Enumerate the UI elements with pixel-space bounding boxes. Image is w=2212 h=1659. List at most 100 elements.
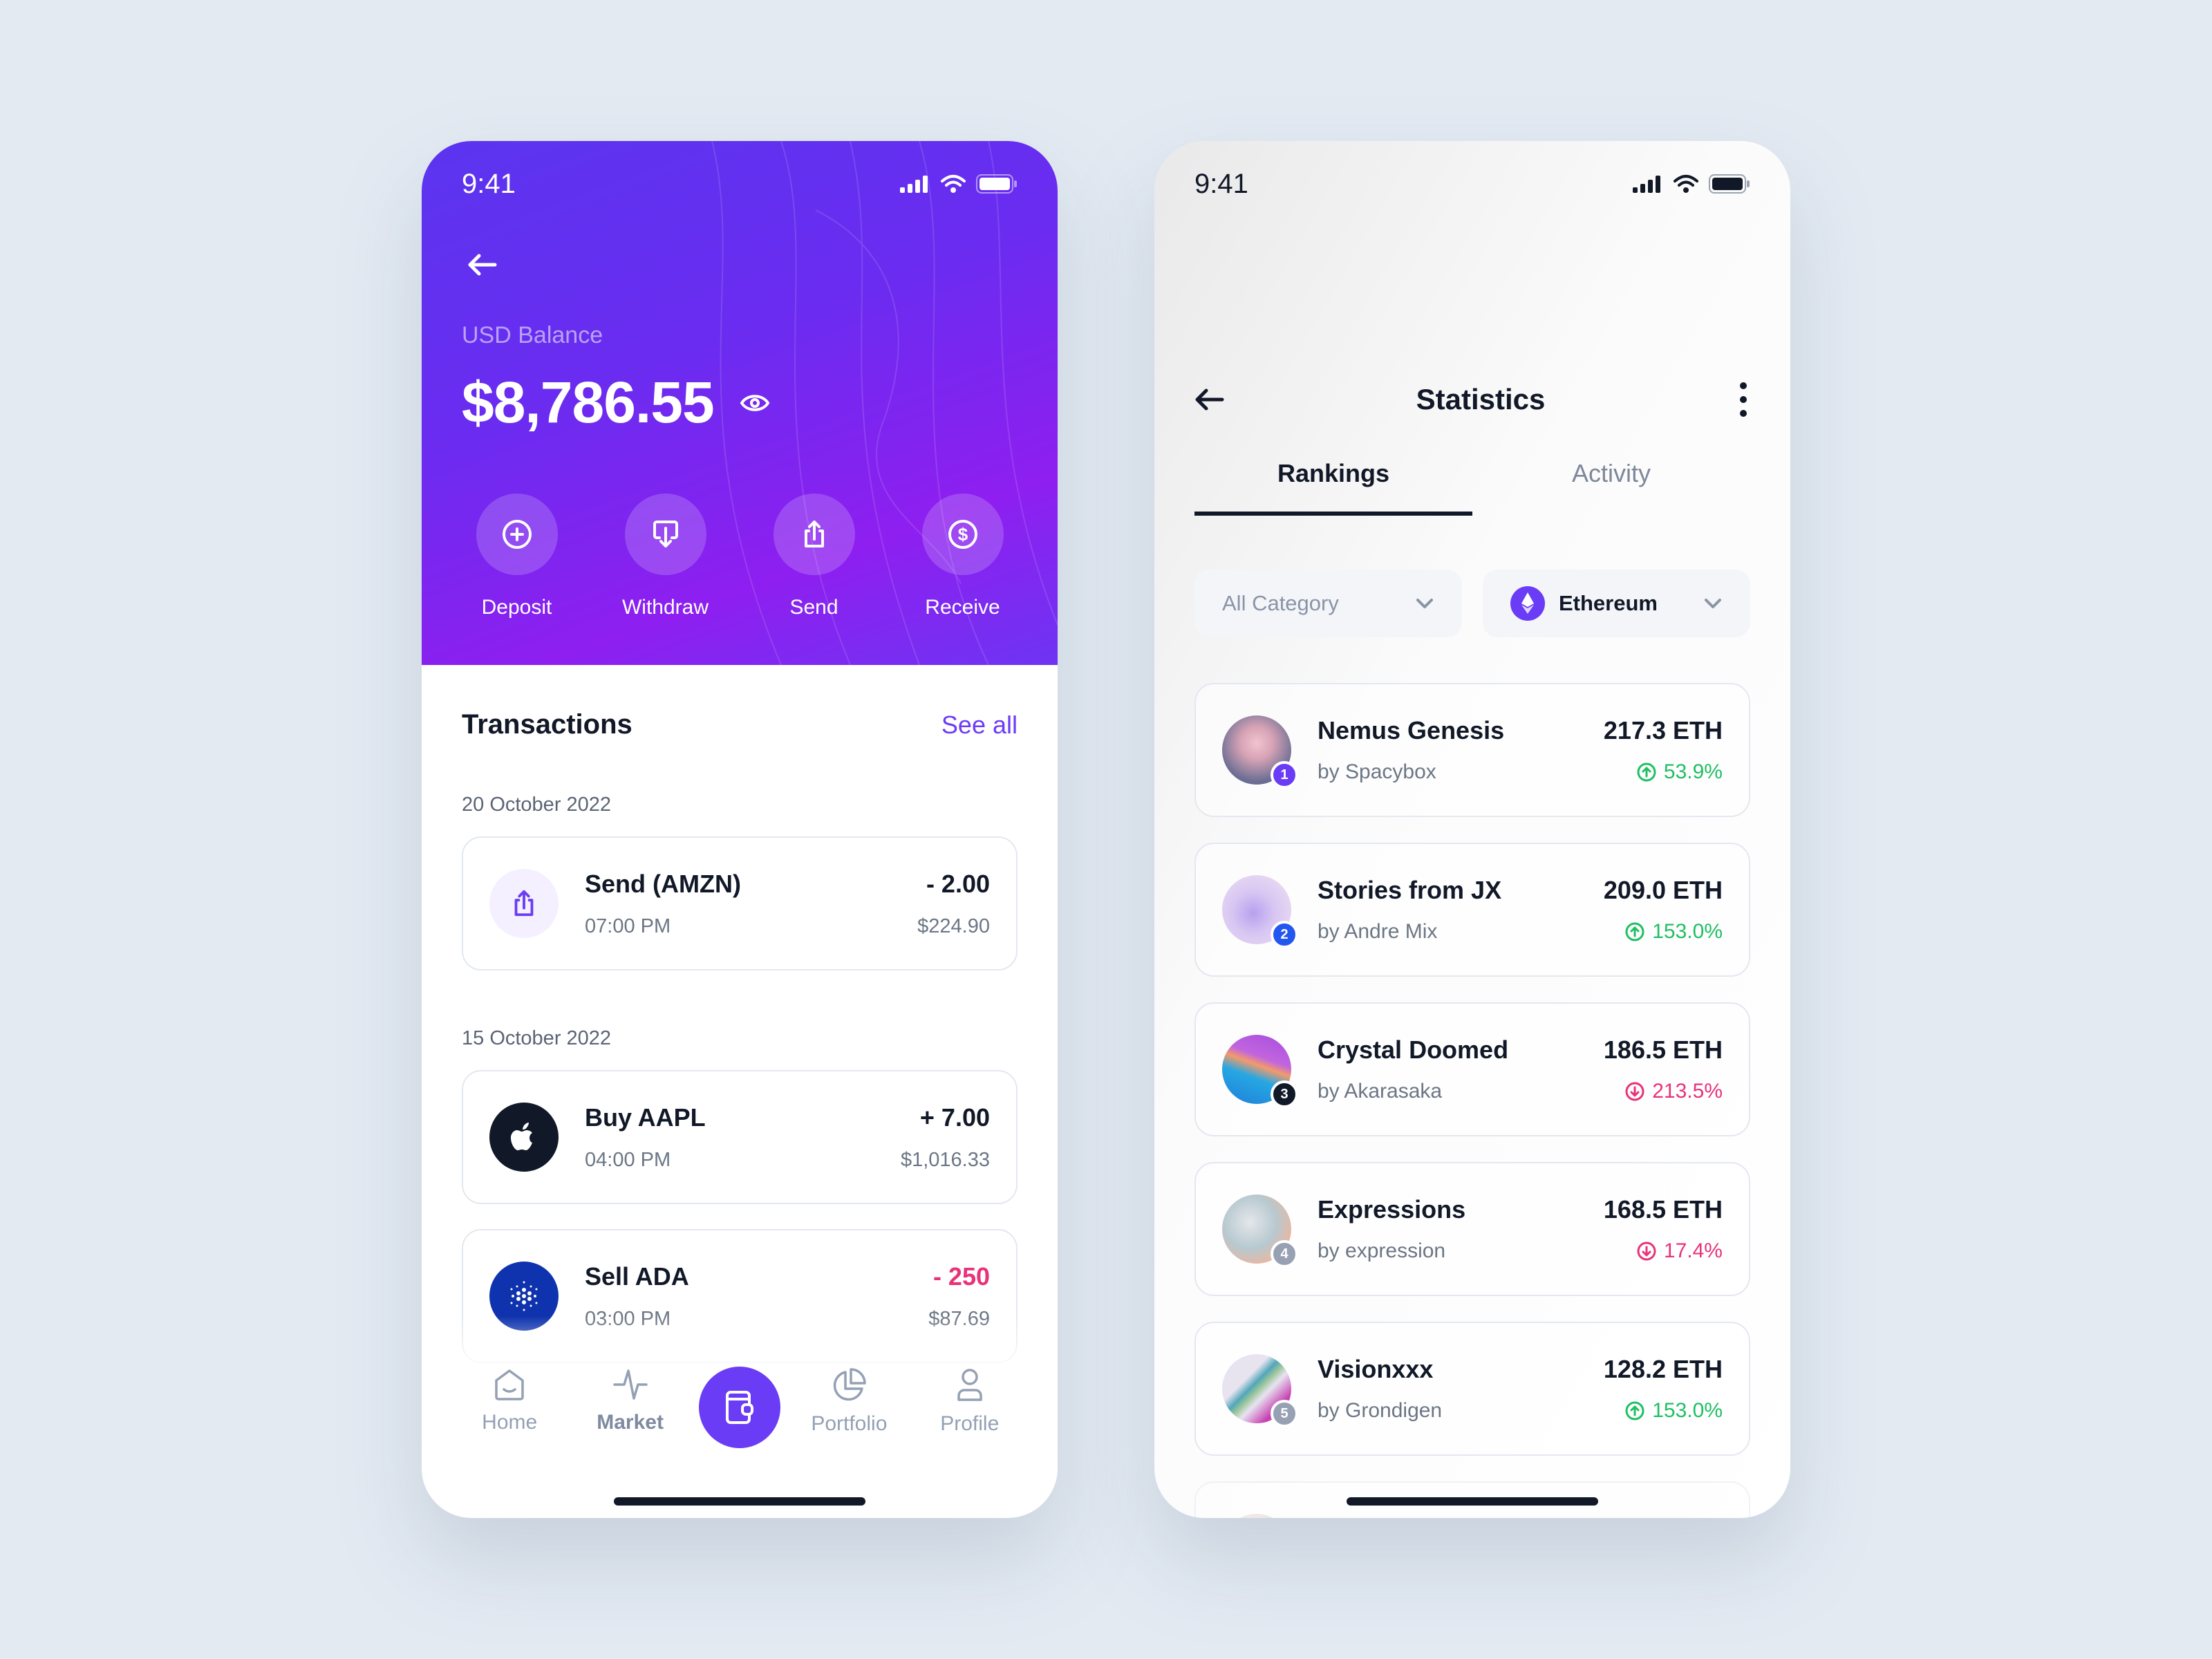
collection-avatar: 2: [1222, 875, 1298, 948]
user-icon: [957, 1369, 982, 1401]
back-arrow-icon[interactable]: [467, 253, 498, 276]
collection-creator: by Spacybox: [1318, 760, 1436, 783]
home-icon: [495, 1369, 524, 1400]
transaction-amount: - 2.00: [926, 869, 990, 898]
ranking-row[interactable]: 3 Crystal Doomed by Akarasaka 186.5 ETH …: [1194, 1002, 1750, 1136]
wifi-icon: [941, 175, 966, 193]
rank-badge: 2: [1271, 921, 1298, 948]
tab-portfolio-label: Portfolio: [811, 1412, 888, 1435]
battery-icon: [1709, 174, 1750, 194]
transactions-header: Transactions See all: [462, 709, 1018, 740]
home-indicator: [1347, 1497, 1598, 1506]
deposit-label: Deposit: [481, 596, 552, 619]
dollar-circle-icon: $: [948, 520, 977, 549]
transaction-usd: $224.90: [917, 915, 990, 937]
ranking-row[interactable]: 1 Nemus Genesis by Spacybox 217.3 ETH 53…: [1194, 683, 1750, 817]
tab-profile-label: Profile: [940, 1412, 1000, 1435]
pie-chart-icon: [834, 1368, 867, 1401]
transaction-usd: $1,016.33: [900, 1148, 990, 1171]
see-all-link[interactable]: See all: [941, 711, 1018, 740]
collection-name: Visionxxx: [1318, 1355, 1434, 1383]
change-percent: 153.0%: [1624, 920, 1723, 944]
withdraw-label: Withdraw: [621, 596, 709, 619]
status-time: 9:41: [462, 168, 516, 199]
wallet-fab-button[interactable]: [698, 1367, 780, 1448]
transaction-time: 04:00 PM: [585, 1148, 671, 1171]
tab-rankings[interactable]: Rankings: [1194, 459, 1472, 516]
status-bar: 9:41: [1194, 165, 1750, 203]
arrow-up-circle-icon: [1625, 922, 1644, 941]
tab-portfolio[interactable]: Portfolio: [797, 1368, 901, 1436]
plus-circle-icon: [502, 520, 532, 549]
share-upload-icon: [804, 521, 824, 547]
send-label: Send: [789, 596, 838, 619]
category-value: All Category: [1222, 591, 1339, 615]
eye-icon[interactable]: [739, 387, 771, 419]
quick-actions: Deposit Withdraw Send $ Receive: [422, 494, 1058, 619]
change-value: 53.9%: [1663, 760, 1723, 783]
collection-volume: 128.2 ETH: [1603, 1355, 1723, 1383]
transaction-time: 07:00 PM: [585, 915, 671, 937]
rank-badge: 5: [1271, 1400, 1298, 1427]
cardano-icon: [510, 1281, 538, 1311]
date-header: 20 October 2022: [462, 794, 612, 816]
chain-value: Ethereum: [1559, 591, 1658, 615]
wallet-screen: 9:41 USD Balance $8,786.55 Deposit Withd…: [422, 141, 1058, 1518]
tab-home[interactable]: Home: [458, 1368, 561, 1434]
withdraw-button[interactable]: Withdraw: [597, 494, 735, 619]
collection-volume: 98.4 ETH: [1618, 1515, 1723, 1518]
collection-avatar: 5: [1222, 1354, 1298, 1427]
tab-activity[interactable]: Activity: [1472, 459, 1750, 516]
deposit-button[interactable]: Deposit: [448, 494, 586, 619]
ranking-row[interactable]: 4 Expressions by expression 168.5 ETH 17…: [1194, 1162, 1750, 1296]
transaction-row[interactable]: Send (AMZN) 07:00 PM - 2.00 $224.90: [462, 836, 1018, 971]
collection-creator: by Andre Mix: [1318, 920, 1438, 943]
tab-home-label: Home: [482, 1411, 538, 1434]
transaction-name: Sell ADA: [585, 1262, 689, 1291]
category-dropdown[interactable]: All Category: [1194, 570, 1462, 637]
filters: All Category Ethereum: [1194, 570, 1750, 637]
change-value: 153.0%: [1652, 1399, 1723, 1422]
collection-name: Crystal Doomed: [1318, 1035, 1509, 1064]
apple-icon: [511, 1123, 532, 1150]
home-indicator: [614, 1497, 865, 1506]
pulse-icon: [612, 1369, 648, 1400]
arrow-down-circle-icon: [1625, 1082, 1644, 1101]
balance-label: USD Balance: [462, 322, 603, 348]
transaction-amount: + 7.00: [919, 1103, 990, 1132]
ranking-row[interactable]: 5 Visionxxx by Grondigen 128.2 ETH 153.0…: [1194, 1322, 1750, 1456]
change-percent: 17.4%: [1636, 1239, 1723, 1263]
change-percent: 153.0%: [1624, 1399, 1723, 1423]
more-vertical-icon[interactable]: [1736, 382, 1750, 418]
top-nav: Statistics: [1194, 382, 1750, 418]
collection-name: Stories from JX: [1318, 876, 1502, 904]
change-percent: 53.9%: [1636, 760, 1723, 784]
status-bar: 9:41: [462, 165, 1018, 203]
status-time: 9:41: [1194, 168, 1248, 199]
wallet-icon: [725, 1391, 753, 1424]
transaction-name: Send (AMZN): [585, 869, 741, 898]
page-title: Statistics: [1416, 383, 1546, 415]
back-arrow-icon[interactable]: [1194, 388, 1225, 411]
transaction-name: Buy AAPL: [585, 1103, 706, 1132]
transaction-row[interactable]: Buy AAPL 04:00 PM + 7.00 $1,016.33: [462, 1070, 1018, 1204]
signal-icon: [1633, 176, 1660, 193]
receive-button[interactable]: $ Receive: [894, 494, 1032, 619]
collection-avatar: 1: [1222, 715, 1298, 789]
bottom-tab-bar: Home Market Portfolio Profile: [422, 1347, 1058, 1465]
wifi-icon: [1674, 175, 1698, 193]
tab-market[interactable]: Market: [579, 1368, 682, 1434]
send-button[interactable]: Send: [745, 494, 883, 619]
collection-name: Nemus Genesis: [1318, 716, 1505, 744]
chain-dropdown[interactable]: Ethereum: [1483, 570, 1750, 637]
battery-icon: [976, 174, 1017, 194]
collection-creator: by expression: [1318, 1239, 1446, 1262]
tab-profile[interactable]: Profile: [918, 1368, 1022, 1436]
collection-name: Expressions: [1318, 1195, 1466, 1224]
change-value: 17.4%: [1663, 1239, 1723, 1262]
change-value: 153.0%: [1652, 920, 1723, 943]
collection-avatar: 4: [1222, 1194, 1298, 1268]
collection-creator: by Akarasaka: [1318, 1080, 1443, 1103]
change-percent: 213.5%: [1624, 1080, 1723, 1103]
ranking-row[interactable]: 2 Stories from JX by Andre Mix 209.0 ETH…: [1194, 843, 1750, 977]
